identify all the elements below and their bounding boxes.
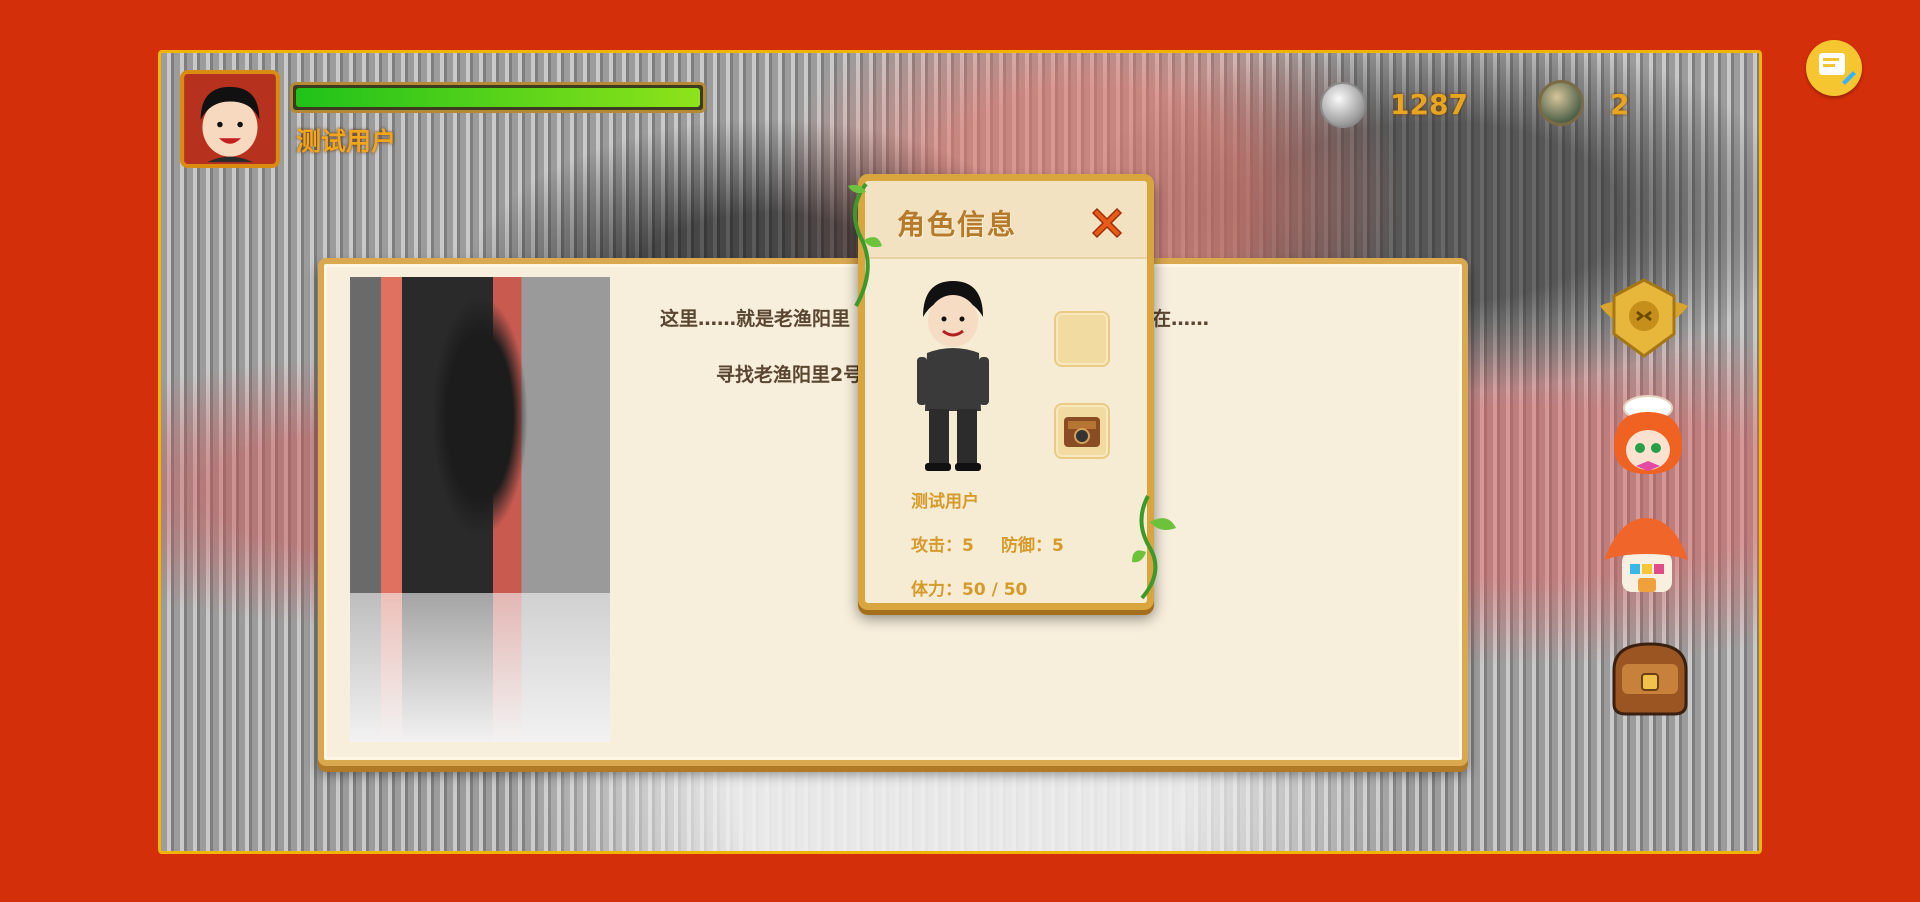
stamina-stat: 体力：50 / 50 bbox=[911, 580, 1028, 600]
house-icon[interactable] bbox=[1598, 514, 1694, 598]
chef-icon[interactable] bbox=[1600, 394, 1696, 478]
chat-button[interactable] bbox=[1806, 40, 1862, 96]
hp-bar-fill bbox=[296, 88, 700, 107]
story-image bbox=[350, 277, 610, 742]
silver-coin-icon bbox=[1320, 82, 1366, 128]
character-info-dialog: 角色信息 测试用户 攻击：5 防御：5 体力：50 / 50 bbox=[858, 174, 1154, 610]
player-name: 测试用户 bbox=[296, 127, 397, 156]
attack-stat: 攻击：5 bbox=[911, 536, 974, 556]
equipment-slot-camera[interactable] bbox=[1054, 403, 1110, 459]
gold-count: 2 bbox=[1610, 88, 1630, 121]
silver-count: 1287 bbox=[1390, 88, 1468, 121]
story-text-line-1-end: 在…… bbox=[1152, 308, 1210, 330]
story-task-line: 寻找老渔阳里2号 bbox=[716, 364, 863, 386]
character-figure bbox=[917, 281, 989, 471]
vine-decoration-bottom bbox=[1132, 495, 1176, 600]
close-icon[interactable] bbox=[1087, 203, 1127, 243]
gold-coin-icon bbox=[1538, 80, 1584, 126]
defense-stat: 防御：5 bbox=[1001, 536, 1064, 556]
dialog-header: 角色信息 bbox=[865, 181, 1147, 259]
camera-icon bbox=[1064, 417, 1100, 447]
badge-icon[interactable] bbox=[1596, 276, 1692, 360]
hp-bar bbox=[290, 82, 706, 113]
character-name: 测试用户 bbox=[911, 492, 979, 512]
chat-icon bbox=[1819, 53, 1856, 85]
equipment-slot-empty[interactable] bbox=[1054, 311, 1110, 367]
vine-decoration-top bbox=[848, 182, 882, 307]
dialog-title: 角色信息 bbox=[897, 208, 1018, 241]
player-avatar[interactable] bbox=[180, 70, 280, 168]
bag-icon[interactable] bbox=[1602, 634, 1698, 718]
story-text-line-1: 这里……就是老渔阳里 bbox=[660, 308, 851, 330]
